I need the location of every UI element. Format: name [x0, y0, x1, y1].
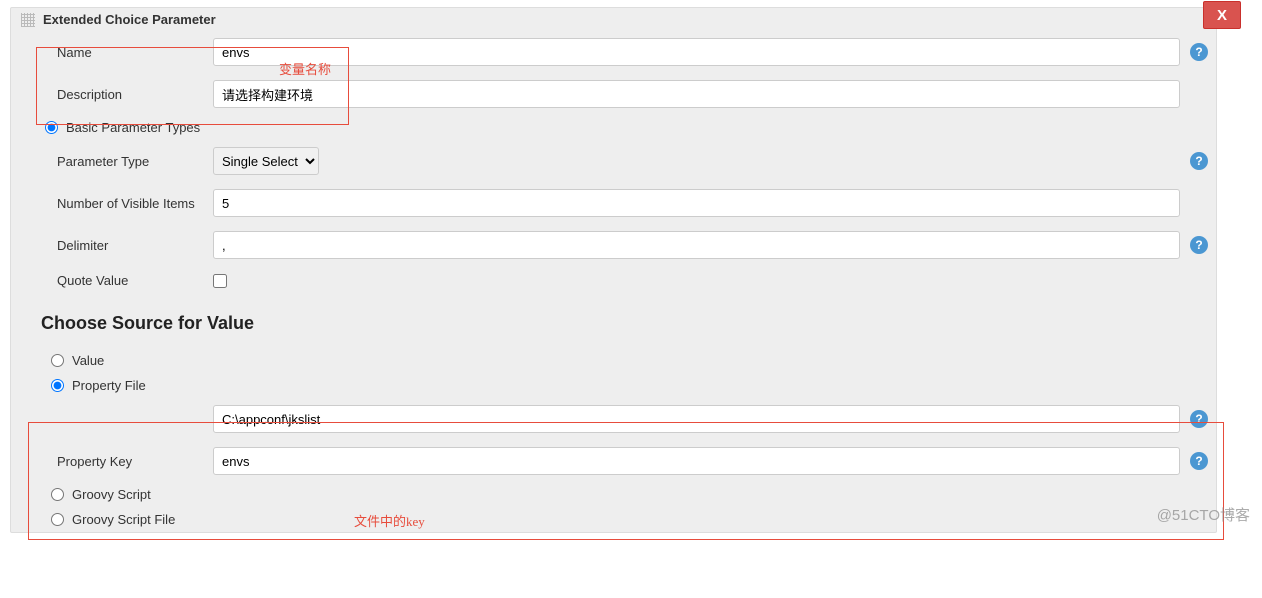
visible-items-row: Number of Visible Items [11, 182, 1216, 224]
property-key-input[interactable] [213, 447, 1180, 475]
source-value-label: Value [72, 353, 104, 368]
description-row: Description [11, 73, 1216, 115]
description-input[interactable] [213, 80, 1180, 108]
source-groovyfile-label: Groovy Script File [72, 512, 175, 527]
source-value-row: Value [11, 348, 1216, 373]
source-propfile-radio[interactable] [51, 379, 64, 392]
name-input[interactable] [213, 38, 1180, 66]
source-groovyfile-row: Groovy Script File [11, 507, 1216, 532]
panel-header: Extended Choice Parameter X [11, 8, 1216, 31]
description-label: Description [57, 87, 213, 102]
delimiter-label: Delimiter [57, 238, 213, 253]
basic-types-label: Basic Parameter Types [66, 120, 200, 135]
propfile-path-row: ? [11, 398, 1216, 440]
propfile-path-input[interactable] [213, 405, 1180, 433]
help-icon[interactable]: ? [1190, 43, 1208, 61]
watermark: @51CTO博客 [1157, 504, 1250, 525]
visible-items-input[interactable] [213, 189, 1180, 217]
quote-value-row: Quote Value [11, 266, 1216, 295]
source-propfile-row: Property File [11, 373, 1216, 398]
source-groovy-label: Groovy Script [72, 487, 151, 502]
visible-items-label: Number of Visible Items [57, 196, 213, 211]
basic-types-radio[interactable] [45, 121, 58, 134]
choose-source-heading: Choose Source for Value [11, 295, 1216, 348]
grip-icon[interactable] [21, 13, 35, 27]
help-icon[interactable]: ? [1190, 236, 1208, 254]
help-icon[interactable]: ? [1190, 152, 1208, 170]
quote-value-checkbox[interactable] [213, 274, 227, 288]
extended-choice-panel: Extended Choice Parameter X Name ? Descr… [10, 7, 1217, 533]
panel-title: Extended Choice Parameter [43, 12, 216, 27]
source-groovyfile-radio[interactable] [51, 513, 64, 526]
source-value-radio[interactable] [51, 354, 64, 367]
help-icon[interactable]: ? [1190, 410, 1208, 428]
parameter-type-label: Parameter Type [57, 154, 213, 169]
quote-value-label: Quote Value [57, 273, 213, 288]
name-label: Name [57, 45, 213, 60]
delimiter-input[interactable] [213, 231, 1180, 259]
property-key-label: Property Key [57, 454, 213, 469]
parameter-type-select[interactable]: Single Select [213, 147, 319, 175]
property-key-row: Property Key ? [11, 440, 1216, 482]
parameter-type-row: Parameter Type Single Select ? [11, 140, 1216, 182]
source-groovy-row: Groovy Script [11, 482, 1216, 507]
basic-types-row: Basic Parameter Types [11, 115, 1216, 140]
close-button[interactable]: X [1203, 1, 1241, 29]
name-row: Name ? [11, 31, 1216, 73]
delimiter-row: Delimiter ? [11, 224, 1216, 266]
source-propfile-label: Property File [72, 378, 146, 393]
help-icon[interactable]: ? [1190, 452, 1208, 470]
source-groovy-radio[interactable] [51, 488, 64, 501]
